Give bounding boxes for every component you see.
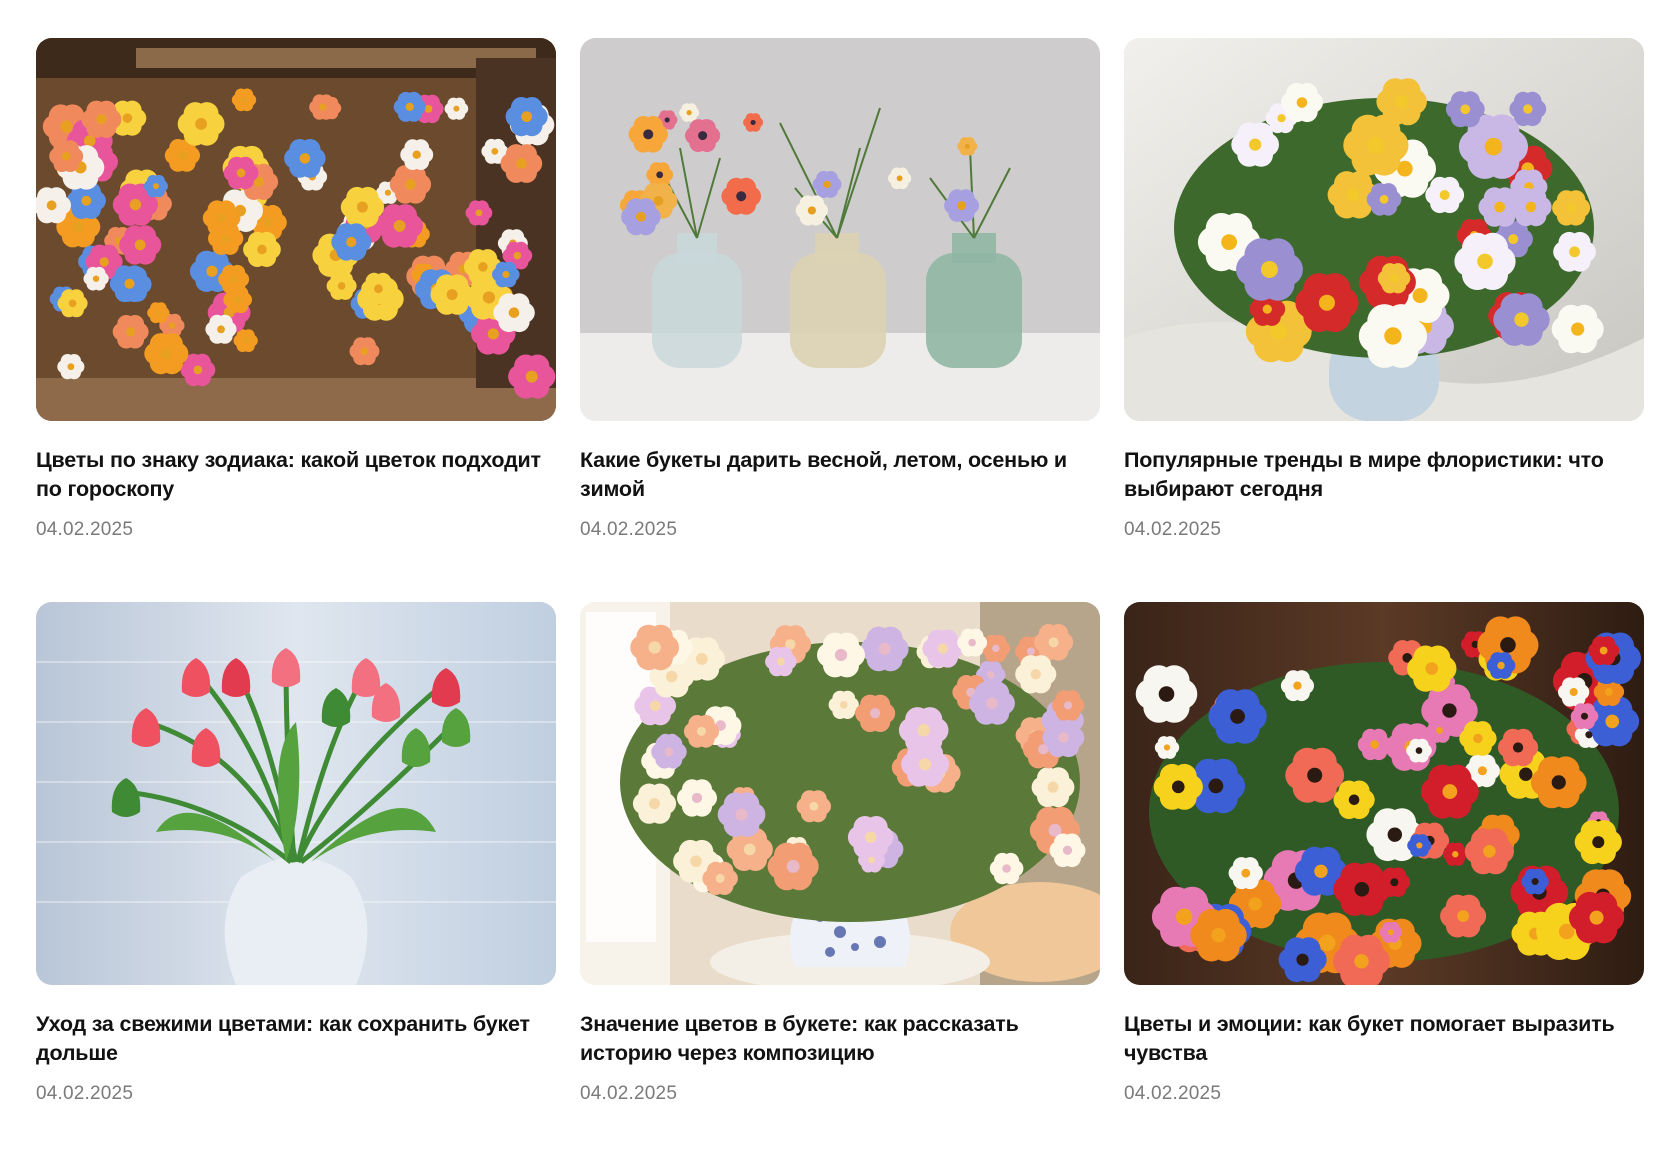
articles-grid: Цветы по знаку зодиака: какой цветок под… [36, 38, 1644, 1166]
article-image-bright-bouquet[interactable] [1124, 602, 1644, 985]
article-date: 04.02.2025 [36, 519, 134, 540]
article-card[interactable]: Цветы по знаку зодиака: какой цветок под… [36, 38, 556, 602]
article-image-pastel-bouquet[interactable] [580, 602, 1100, 985]
article-date: 04.02.2025 [1124, 1083, 1222, 1104]
article-title[interactable]: Цветы по знаку зодиака: какой цветок под… [36, 446, 551, 504]
article-card[interactable]: Цветы и эмоции: как букет помогает выраз… [1124, 602, 1644, 1166]
article-image-tulips[interactable] [36, 602, 556, 985]
article-date: 04.02.2025 [1124, 519, 1222, 540]
article-image-glass-vases[interactable] [580, 38, 1100, 421]
article-card[interactable]: Значение цветов в букете: как рассказать… [580, 602, 1100, 1166]
article-title[interactable]: Значение цветов в букете: как рассказать… [580, 1010, 1095, 1068]
article-date: 04.02.2025 [36, 1083, 134, 1104]
article-image-flower-market[interactable] [36, 38, 556, 421]
article-date: 04.02.2025 [580, 519, 678, 540]
article-date: 04.02.2025 [580, 1083, 678, 1104]
article-image-lily-bouquet[interactable] [1124, 38, 1644, 421]
article-title[interactable]: Популярные тренды в мире флористики: что… [1124, 446, 1639, 504]
article-title[interactable]: Какие букеты дарить весной, летом, осень… [580, 446, 1095, 504]
article-card[interactable]: Популярные тренды в мире флористики: что… [1124, 38, 1644, 602]
article-card[interactable]: Какие букеты дарить весной, летом, осень… [580, 38, 1100, 602]
article-title[interactable]: Уход за свежими цветами: как сохранить б… [36, 1010, 551, 1068]
article-card[interactable]: Уход за свежими цветами: как сохранить б… [36, 602, 556, 1166]
article-title[interactable]: Цветы и эмоции: как букет помогает выраз… [1124, 1010, 1639, 1068]
